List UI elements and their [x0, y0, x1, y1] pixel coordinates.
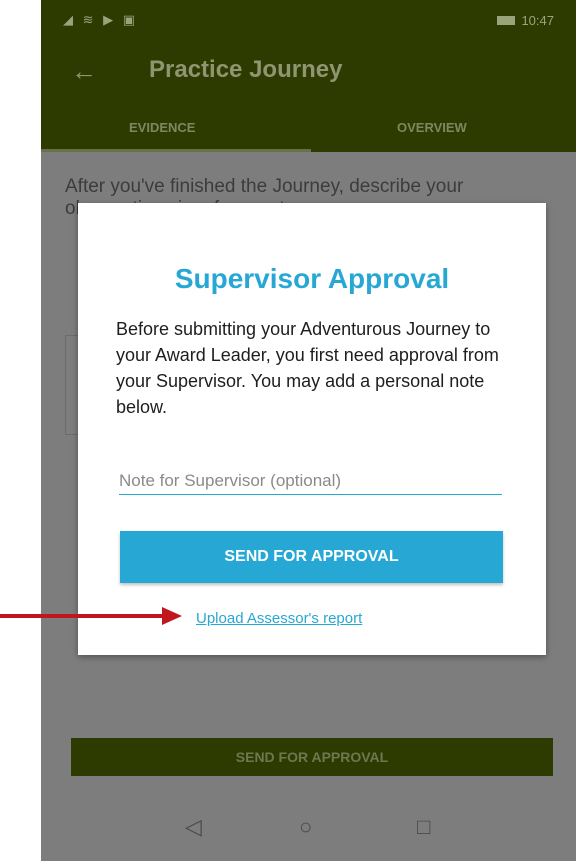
page-title: Practice Journey	[149, 56, 343, 83]
background-send-button[interactable]: SEND FOR APPROVAL	[71, 738, 553, 776]
upload-assessor-report-link[interactable]: Upload Assessor's report	[196, 610, 362, 627]
status-icons: ◢ ≋ ▶ ▣	[63, 12, 139, 27]
battery-icon	[497, 16, 516, 25]
android-nav-bar: ◁ ○ □	[41, 800, 576, 861]
tab-evidence[interactable]: EVIDENCE	[129, 120, 195, 135]
send-for-approval-button[interactable]: SEND FOR APPROVAL	[120, 531, 503, 583]
tab-bar: EVIDENCE OVERVIEW	[41, 102, 576, 152]
phone-screen: ◢ ≋ ▶ ▣ 10:47 ← Practice Journey EVIDENC…	[41, 0, 576, 861]
nav-back-icon[interactable]: ◁	[185, 814, 202, 840]
red-arrow-annotation	[0, 607, 182, 625]
nav-recent-icon[interactable]: □	[417, 814, 430, 840]
app-bar: ← Practice Journey	[41, 42, 576, 102]
dialog-title: Supervisor Approval	[174, 263, 450, 294]
back-arrow-icon[interactable]: ←	[71, 56, 97, 87]
tab-indicator	[41, 149, 311, 152]
supervisor-note-input[interactable]	[119, 467, 502, 495]
status-time: 10:47	[521, 13, 554, 28]
dialog-message: Before submitting your Adventurous Journ…	[116, 319, 499, 417]
status-right: 10:47	[497, 13, 554, 28]
supervisor-approval-dialog: Supervisor Approval Before submitting yo…	[78, 203, 546, 655]
nav-home-icon[interactable]: ○	[299, 814, 312, 840]
status-bar: ◢ ≋ ▶ ▣ 10:47	[41, 0, 576, 42]
tab-overview[interactable]: OVERVIEW	[397, 120, 467, 135]
